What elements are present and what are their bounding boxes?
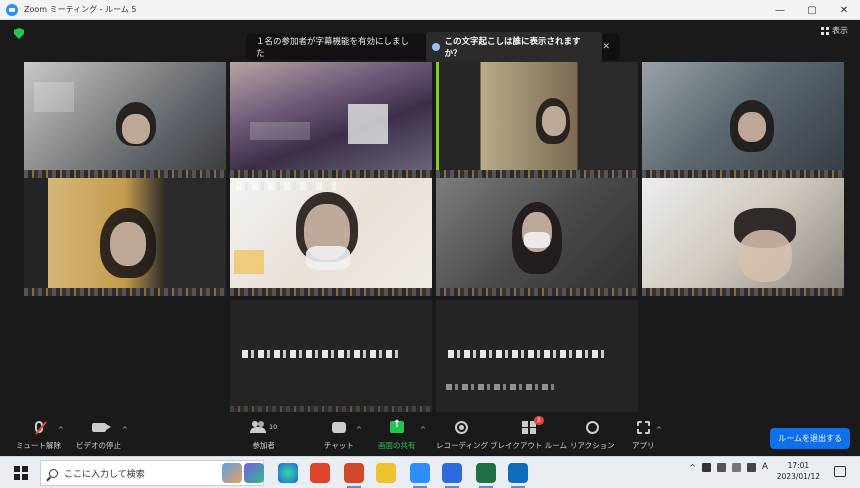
taskbar-clock[interactable]: 17:01 2023/01/12 (777, 460, 820, 482)
stop-video-button[interactable]: ビデオの停止 (76, 418, 121, 451)
tray-app-icon[interactable] (701, 462, 711, 472)
edge-browser-icon[interactable] (278, 463, 298, 483)
unmute-button[interactable]: ミュート解除 (16, 418, 61, 451)
share-options-caret[interactable]: ^ (420, 426, 426, 434)
widgets-icon[interactable] (222, 463, 242, 483)
caption-visibility-link[interactable]: この文字起こしは誰に表示されますか？ (426, 32, 603, 62)
windows-start-icon[interactable] (14, 466, 28, 480)
ime-indicator[interactable]: A (762, 462, 768, 472)
security-shield-icon[interactable] (14, 28, 24, 39)
close-button[interactable]: ✕ (828, 0, 860, 20)
search-icon (49, 468, 58, 478)
search-placeholder: ここに入力して検索 (64, 469, 145, 480)
zoom-window: Zoom ミーティング - ルーム 5 — ▢ ✕ 表示 １名の参加者が字幕機能… (0, 0, 860, 488)
close-banner-icon[interactable]: ✕ (602, 42, 610, 52)
chat-button[interactable]: チャット (324, 418, 354, 451)
caption-notice-text: １名の参加者が字幕機能を有効にしました (256, 37, 410, 59)
caption-notification: １名の参加者が字幕機能を有効にしました この文字起こしは誰に表示されますか？ ✕ (246, 32, 620, 62)
system-tray: ^ A (689, 462, 768, 472)
meeting-toolbar: ミュート解除 ^ ビデオの停止 ^ 10 参加者 チャット ^ 画面の共有 ^ … (0, 412, 860, 456)
breakout-rooms-button[interactable]: 3 ブレイクアウト ルーム (490, 416, 568, 451)
participant-video-tile[interactable] (230, 178, 432, 296)
record-icon (455, 420, 469, 434)
participant-name-tile[interactable] (230, 300, 432, 414)
title-bar: Zoom ミーティング - ルーム 5 — ▢ ✕ (0, 0, 860, 20)
view-label: 表示 (832, 26, 848, 35)
volume-icon[interactable] (746, 462, 756, 472)
battery-icon[interactable] (716, 462, 726, 472)
reaction-smile-icon (585, 420, 599, 434)
meeting-area: 表示 １名の参加者が字幕機能を有効にしました この文字起こしは誰に表示されますか… (0, 20, 860, 414)
video-options-caret[interactable]: ^ (122, 426, 128, 434)
record-label: レコーディング (436, 441, 488, 450)
zoom-logo-icon (6, 3, 18, 16)
participant-video-tile[interactable] (436, 62, 638, 178)
clock-date: 2023/01/12 (776, 472, 820, 481)
participant-video-tile[interactable] (642, 62, 844, 178)
participant-video-tile[interactable] (642, 178, 844, 296)
outlook-icon[interactable] (508, 463, 528, 488)
microphone-muted-icon (34, 421, 43, 433)
active-speaker-indicator (436, 62, 439, 178)
excel-icon[interactable] (476, 463, 496, 488)
apps-icon (636, 420, 650, 434)
person-icon (432, 43, 441, 51)
share-screen-icon (389, 419, 404, 433)
breakout-rooms-label: ブレイクアウト ルーム (490, 441, 568, 450)
record-button[interactable]: レコーディング (436, 418, 488, 451)
share-screen-button[interactable]: 画面の共有 (378, 418, 416, 451)
windows-taskbar: ここに入力して検索 ^ A 17:01 2023/01/12 (0, 456, 860, 488)
breakout-rooms-icon (521, 420, 536, 434)
participant-video-tile[interactable] (436, 178, 638, 296)
participants-icon (250, 421, 266, 433)
apps-button[interactable]: アプリ (632, 418, 655, 451)
participants-button[interactable]: 10 参加者 (250, 418, 277, 451)
stop-video-label: ビデオの停止 (76, 441, 121, 450)
chat-label: チャット (324, 441, 354, 450)
breakout-badge: 3 (533, 416, 544, 425)
camera-icon (91, 422, 111, 432)
reactions-label: リアクション (570, 441, 615, 450)
cortana-icon[interactable] (244, 463, 264, 483)
reactions-button[interactable]: リアクション (570, 418, 615, 451)
caption-link-label: この文字起こしは誰に表示されますか？ (444, 37, 581, 59)
participant-video-tile[interactable] (24, 62, 226, 178)
window-title: Zoom ミーティング - ルーム 5 (24, 5, 137, 14)
chat-options-caret[interactable]: ^ (356, 426, 362, 434)
window-controls: — ▢ ✕ (764, 0, 860, 20)
maximize-button[interactable]: ▢ (796, 0, 828, 20)
minimize-button[interactable]: — (764, 0, 796, 20)
clock-time: 17:01 (787, 461, 810, 470)
apps-options-caret[interactable]: ^ (656, 426, 662, 434)
zoom-meeting-icon[interactable] (442, 463, 462, 488)
chat-icon (331, 421, 346, 433)
share-screen-label: 画面の共有 (378, 441, 416, 450)
notification-icon[interactable] (834, 466, 846, 477)
office-icon[interactable] (310, 463, 330, 483)
gallery-grid-icon (821, 26, 829, 35)
participants-label: 参加者 (252, 441, 275, 450)
zoom-app-icon[interactable] (410, 463, 430, 488)
participants-count: 10 (269, 423, 278, 431)
file-explorer-icon[interactable] (376, 463, 396, 483)
view-button[interactable]: 表示 (821, 25, 848, 36)
unmute-label: ミュート解除 (16, 441, 61, 450)
powerpoint-icon[interactable] (344, 463, 364, 488)
network-icon[interactable] (731, 462, 741, 472)
audio-options-caret[interactable]: ^ (58, 426, 64, 434)
tray-chevron-icon[interactable]: ^ (689, 463, 696, 472)
participant-name-tile[interactable] (436, 300, 638, 414)
apps-label: アプリ (632, 441, 655, 450)
participant-video-tile[interactable] (230, 62, 432, 178)
leave-room-button[interactable]: ルームを退出する (770, 428, 850, 449)
participant-video-tile[interactable] (24, 178, 226, 296)
